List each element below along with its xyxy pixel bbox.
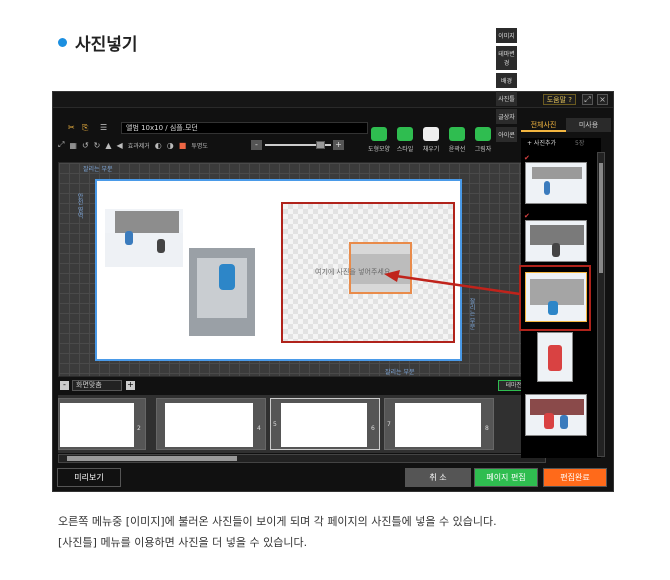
photo-trees <box>115 211 179 233</box>
contrast-icon[interactable]: ◐ <box>155 141 162 150</box>
preview-button[interactable]: 미리보기 <box>57 468 121 487</box>
shape-tools: 도형모양 스타일 채우기 윤곽선 그림자 <box>368 127 494 153</box>
help-button[interactable]: 도움말 ? <box>542 94 576 105</box>
tool-style[interactable]: 스타일 <box>394 127 416 153</box>
page-thumb-selected[interactable]: 56 <box>270 398 380 450</box>
guide-top: 잘리는 부분 <box>83 166 113 173</box>
paste-icon[interactable]: ⎘ <box>82 123 88 133</box>
photo-thumb[interactable] <box>525 394 587 436</box>
horizontal-scrollbar[interactable] <box>58 454 546 463</box>
small-tools-row: ⤢ ▦ ↺ ↻ ▲ ◀ 효과제거 ◐ ◑ ■ 투명도 <box>58 140 208 150</box>
photo-count: 5장 <box>575 140 585 147</box>
arrow-line <box>395 274 521 296</box>
finish-edit-button[interactable]: 편집완료 <box>543 468 607 487</box>
tab-theme[interactable]: 테마변경 <box>496 46 517 70</box>
grid-icon[interactable]: ▦ <box>69 141 77 150</box>
vertical-scrollbar[interactable] <box>597 152 605 457</box>
photo-snow-child[interactable] <box>189 248 255 336</box>
description-line: [사진틀] 메뉴를 이용하면 사진을 더 넣을 수 있습니다. <box>58 536 308 549</box>
page-thumb[interactable]: 2 <box>58 398 146 450</box>
cancel-button[interactable]: 취 소 <box>405 468 471 487</box>
fit-icon[interactable]: ⤢ <box>58 140 64 150</box>
tool-fill[interactable]: 채우기 <box>420 127 442 153</box>
drop-hint: 여기에 사진을 넣어주세요 <box>315 268 391 276</box>
zoom-select[interactable]: 화면맞춤 <box>72 380 122 391</box>
shape-icon <box>371 127 387 141</box>
tool-shadow[interactable]: 그림자 <box>472 127 494 153</box>
zoom-bar: - 화면맞춤 + 테마전체변경 <box>58 379 546 393</box>
color-icon[interactable]: ■ <box>179 141 187 150</box>
photo-thumb[interactable] <box>525 220 587 262</box>
tab-image[interactable]: 이미지 <box>496 28 517 43</box>
guide-right: 잘리는 부분 <box>468 298 475 330</box>
side-tabs: 이미지 테마변경 배경 사진틀 글상자 아이콘 <box>496 28 517 368</box>
page-thumb[interactable]: 78 <box>384 398 494 450</box>
drag-arrow <box>384 270 521 296</box>
flip-icon[interactable]: ▲ <box>105 141 111 150</box>
rotate-right-icon[interactable]: ↻ <box>94 141 101 150</box>
fill-icon <box>423 127 439 141</box>
tab-icons[interactable]: 아이콘 <box>496 127 517 142</box>
scroll-thumb[interactable] <box>67 456 237 461</box>
shadow-icon <box>475 127 491 141</box>
photo-panel-tabs: 전체사진 미사용 <box>521 118 611 132</box>
maximize-icon[interactable]: ⤢ <box>582 94 593 105</box>
photo-thumb[interactable] <box>537 332 573 382</box>
highlight-frame <box>519 265 591 331</box>
remove-effect-label[interactable]: 효과제거 <box>128 141 150 150</box>
photo-snow <box>105 233 183 267</box>
section-heading: 사진넣기 <box>75 35 138 55</box>
description: 오른쪽 메뉴중 [이미지]에 불러온 사진들이 보이게 되며 각 페이지의 사진… <box>58 511 497 553</box>
bottom-bar: 미리보기 취 소 페이지 편집 편집완료 <box>53 465 613 491</box>
opacity-slider[interactable]: - + <box>251 140 346 150</box>
page-thumb[interactable]: 4 <box>156 398 266 450</box>
mirror-icon[interactable]: ◀ <box>117 141 123 150</box>
zoom-out-button[interactable]: - <box>60 381 69 390</box>
scissors-icon[interactable]: ✂ <box>68 123 75 132</box>
guide-bottom: 잘리는 부분 <box>385 369 415 376</box>
align-icon[interactable]: ☰ <box>100 123 107 132</box>
opacity-label: 투명도 <box>191 142 208 150</box>
tab-all-photos[interactable]: 전체사진 <box>521 118 566 132</box>
photo-thumb[interactable] <box>525 162 587 204</box>
close-icon[interactable]: × <box>597 94 608 105</box>
window-titlebar: 도움말 ? ⤢ × <box>53 92 613 108</box>
opacity-plus-button[interactable]: + <box>333 140 344 150</box>
page-edit-button[interactable]: 페이지 편집 <box>474 468 538 487</box>
tab-frames[interactable]: 사진틀 <box>496 91 517 106</box>
slider-knob[interactable] <box>316 141 325 149</box>
add-photo-button[interactable]: + 사진추가 <box>527 138 556 147</box>
page-thumbnail-strip: 2 4 56 78 <box>58 395 546 453</box>
section-title: 사진넣기 <box>58 30 138 55</box>
arrow-head <box>384 270 400 282</box>
rotate-left-icon[interactable]: ↺ <box>82 141 89 150</box>
photo-person <box>125 231 133 245</box>
album-title-field[interactable]: 앨범 10x10 / 심플.모던 <box>121 122 368 134</box>
opacity-minus-button[interactable]: - <box>251 140 262 150</box>
tab-background[interactable]: 배경 <box>496 73 517 88</box>
outline-icon <box>449 127 465 141</box>
scroll-thumb[interactable] <box>599 163 603 273</box>
photo-snow-family[interactable] <box>105 209 183 267</box>
used-check-icon: ✔ <box>524 212 530 220</box>
bullet-icon <box>58 38 67 47</box>
tab-textbox[interactable]: 글상자 <box>496 109 517 124</box>
zoom-in-button[interactable]: + <box>126 381 135 390</box>
guide-left: 안전 영역 <box>76 193 83 219</box>
tool-outline[interactable]: 윤곽선 <box>446 127 468 153</box>
description-line: 오른쪽 메뉴중 [이미지]에 불러온 사진들이 보이게 되며 각 페이지의 사진… <box>58 515 497 528</box>
tab-unused-photos[interactable]: 미사용 <box>566 118 611 132</box>
used-check-icon: ✔ <box>524 154 530 162</box>
brightness-icon[interactable]: ◑ <box>167 141 174 150</box>
style-icon <box>397 127 413 141</box>
photo-person <box>219 264 235 290</box>
photo-person <box>157 239 165 253</box>
tool-shape[interactable]: 도형모양 <box>368 127 390 153</box>
